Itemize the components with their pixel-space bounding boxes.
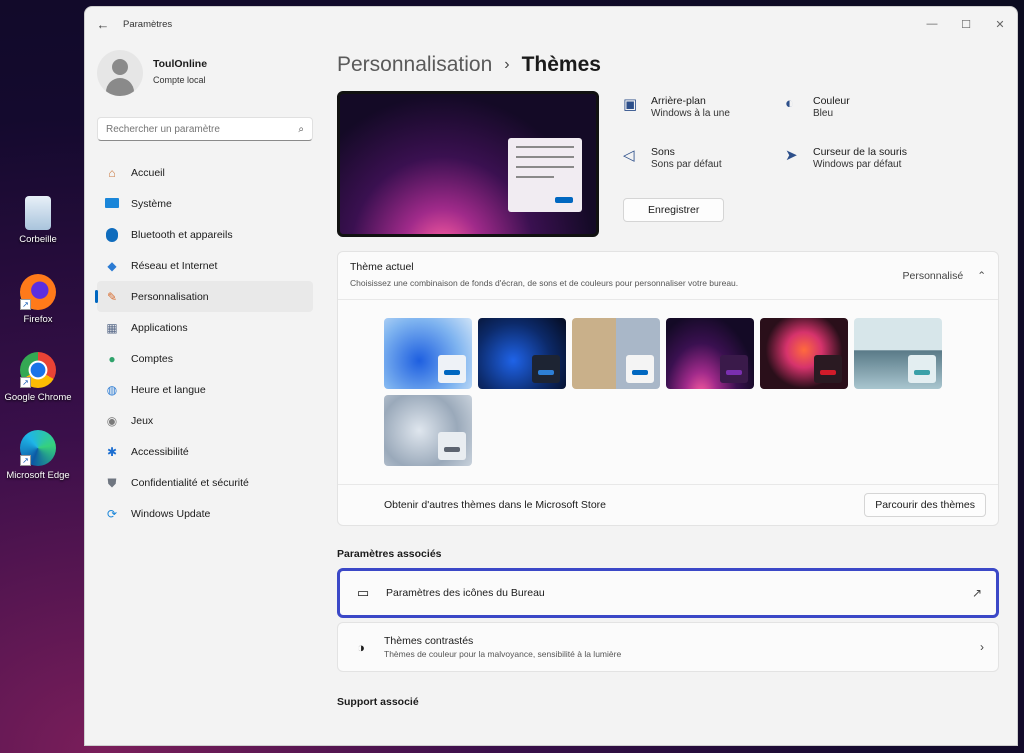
theme-hero: ▣ Arrière-plan Windows à la une ◐ Couleur…	[337, 91, 999, 237]
shield-icon: ⛊	[107, 475, 117, 490]
desktop-icon-firefox[interactable]: ↗ Firefox	[0, 274, 78, 325]
sidebar-item-windows-update[interactable]: ⟳ Windows Update	[97, 498, 313, 529]
current-theme-header[interactable]: Thème actuel Choisissez une combinaison …	[338, 252, 998, 300]
desktop-icon-recycle-bin[interactable]: Corbeille	[0, 196, 78, 245]
related-settings-title: Paramètres associés	[337, 548, 442, 560]
monitor-outline-icon: ▭	[356, 585, 370, 600]
sidebar-item-applications[interactable]: ▦ Applications	[97, 312, 313, 343]
back-arrow-icon[interactable]: ←	[89, 17, 117, 32]
accessibility-icon: ✱	[106, 444, 118, 459]
firefox-icon: ↗	[20, 274, 56, 310]
sounds-setting[interactable]: ◁ Sons Sons par défaut	[623, 146, 785, 185]
search-icon[interactable]: ⌕	[298, 124, 304, 135]
theme-gallery	[338, 300, 998, 485]
user-name: ToulOnline	[153, 58, 208, 70]
store-row: Obtenir d'autres thèmes dans le Microsof…	[338, 485, 998, 525]
theme-thumbnail[interactable]	[478, 318, 566, 389]
store-text: Obtenir d'autres thèmes dans le Microsof…	[384, 499, 607, 511]
sidebar-item-accessibilite[interactable]: ✱ Accessibilité	[97, 436, 313, 467]
sidebar-item-heure[interactable]: ◍ Heure et langue	[97, 374, 313, 405]
theme-thumbnail[interactable]	[854, 318, 942, 389]
desktop-icon-chrome[interactable]: ↗ Google Chrome	[0, 352, 78, 403]
palette-icon: ◐	[785, 95, 795, 112]
monitor-icon	[103, 197, 121, 211]
theme-thumbnail[interactable]	[666, 318, 754, 389]
edge-icon: ↗	[20, 430, 56, 466]
apps-icon: ▦	[106, 320, 118, 335]
desktop-icon-edge[interactable]: ↗ Microsoft Edge	[0, 430, 78, 481]
avatar	[97, 50, 143, 96]
maximize-button[interactable]: ☐	[949, 18, 983, 31]
chevron-right-icon: ›	[504, 56, 510, 73]
page-title: Thèmes	[521, 53, 601, 76]
contrast-icon: ◑	[357, 639, 365, 655]
breadcrumb-parent[interactable]: Personnalisation	[337, 53, 492, 77]
current-theme-card: Thème actuel Choisissez une combinaison …	[337, 251, 999, 526]
globe-clock-icon: ◍	[106, 382, 118, 397]
gamepad-icon: ◉	[106, 413, 118, 428]
current-theme-title: Thème actuel	[350, 260, 414, 273]
account-type: Compte local	[153, 75, 206, 85]
current-theme-description: Choisissez une combinaison de fonds d'éc…	[350, 277, 739, 288]
bluetooth-icon	[103, 227, 121, 242]
chevron-right-icon: ›	[980, 640, 984, 654]
sidebar-item-systeme[interactable]: Système	[97, 188, 313, 219]
theme-thumbnail[interactable]	[384, 318, 472, 389]
color-setting[interactable]: ◐ Couleur Bleu	[785, 95, 945, 134]
theme-details: ▣ Arrière-plan Windows à la une ◐ Couleur…	[623, 95, 945, 237]
window-title: Paramètres	[123, 18, 173, 30]
user-profile[interactable]: ToulOnline Compte local	[85, 41, 325, 105]
image-icon: ▣	[623, 96, 638, 113]
related-support-title: Support associé	[337, 696, 419, 708]
recycle-bin-icon	[25, 196, 51, 230]
title-bar: ← Paramètres — ☐ ✕	[85, 7, 1017, 41]
cursor-setting[interactable]: ➤ Curseur de la souris Windows par défaut	[785, 146, 945, 185]
speaker-icon: ◁	[623, 147, 635, 165]
wifi-icon: ◆	[107, 258, 117, 273]
home-icon: ⌂	[108, 165, 116, 180]
brush-icon: ✎	[106, 289, 118, 304]
sidebar-item-accueil[interactable]: ⌂ Accueil	[97, 157, 313, 188]
update-icon: ⟳	[106, 506, 118, 521]
save-button[interactable]: Enregistrer	[623, 197, 725, 222]
sidebar-item-personnalisation[interactable]: ✎ Personnalisation	[95, 281, 313, 312]
chrome-icon: ↗	[20, 352, 56, 388]
contrast-themes-row[interactable]: ◑ Thèmes contrastés Thèmes de couleur po…	[337, 622, 999, 672]
sidebar-item-confidentialite[interactable]: ⛊ Confidentialité et sécurité	[97, 467, 313, 498]
sidebar-item-bluetooth[interactable]: Bluetooth et appareils	[97, 219, 313, 250]
breadcrumb: Personnalisation › Thèmes	[337, 41, 999, 89]
background-setting[interactable]: ▣ Arrière-plan Windows à la une	[623, 95, 785, 134]
desktop-icons-settings-row[interactable]: ▭ Paramètres des icônes du Bureau ↗	[337, 568, 999, 618]
sidebar-item-jeux[interactable]: ◉ Jeux	[97, 405, 313, 436]
sidebar-item-reseau[interactable]: ◆ Réseau et Internet	[97, 250, 313, 281]
browse-themes-button[interactable]: Parcourir des thèmes	[864, 493, 986, 517]
cursor-icon: ➤	[785, 147, 798, 165]
settings-window: ← Paramètres — ☐ ✕ ToulOnline Compte loc…	[84, 6, 1018, 746]
sidebar-item-comptes[interactable]: ● Comptes	[97, 343, 313, 374]
close-button[interactable]: ✕	[983, 18, 1017, 31]
theme-thumbnail[interactable]	[572, 318, 660, 389]
theme-thumbnail[interactable]	[760, 318, 848, 389]
person-icon: ●	[108, 351, 116, 366]
current-theme-value: Personnalisé	[902, 269, 964, 282]
search-box: ⌕	[97, 117, 313, 141]
main-content: Personnalisation › Thèmes ▣ Arrière-plan…	[337, 41, 999, 745]
preview-window	[508, 138, 582, 212]
sidebar-nav: ⌂ Accueil Système Bluetooth et appareils …	[85, 157, 325, 529]
minimize-button[interactable]: —	[915, 18, 949, 31]
theme-thumbnail[interactable]	[384, 395, 472, 466]
external-link-icon: ↗	[971, 586, 982, 600]
chevron-up-icon[interactable]: ⌃	[977, 270, 986, 282]
search-input[interactable]	[106, 123, 299, 135]
theme-preview	[337, 91, 599, 237]
sidebar: ToulOnline Compte local ⌕ ⌂Accueil Systè…	[85, 41, 325, 745]
window-controls: — ☐ ✕	[915, 18, 1017, 31]
